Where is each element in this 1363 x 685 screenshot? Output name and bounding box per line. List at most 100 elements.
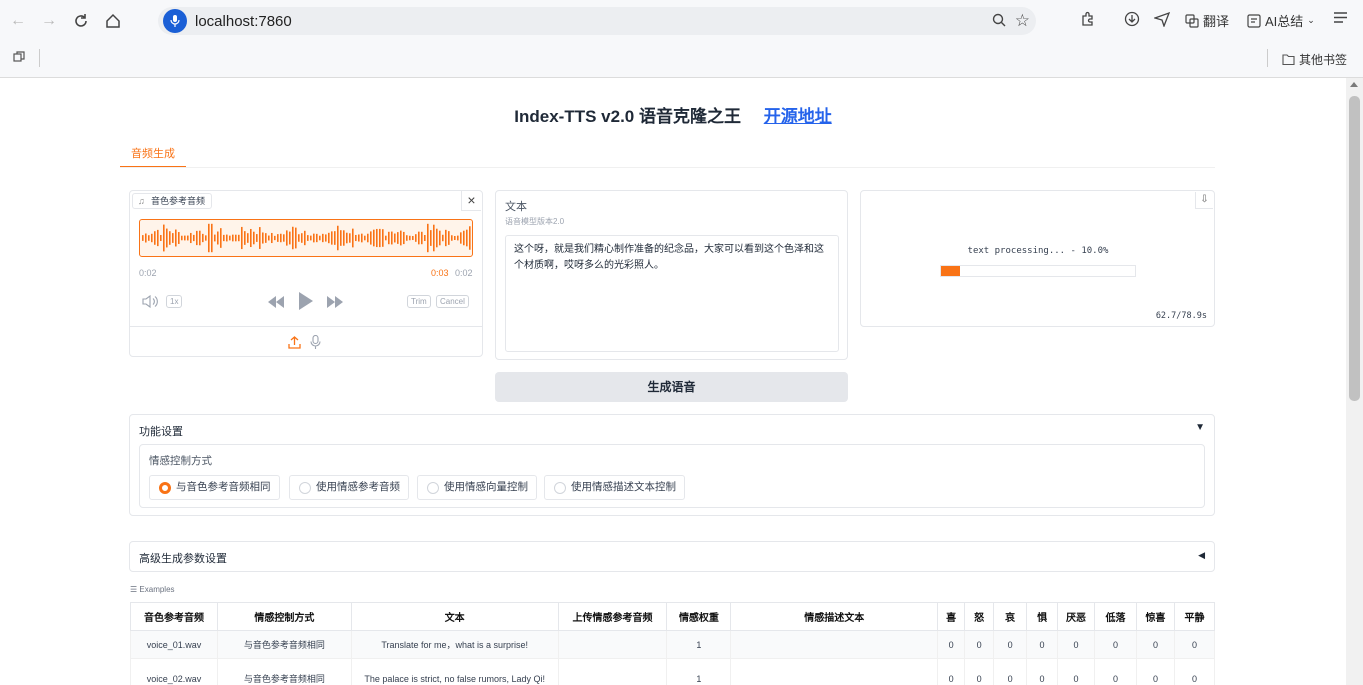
column-header: 哀 (993, 602, 1028, 631)
cancel-button[interactable]: Cancel (436, 295, 469, 308)
generate-button[interactable]: 生成语音 (495, 372, 848, 402)
send-icon[interactable] (1154, 11, 1170, 27)
waveform-bar (259, 227, 261, 249)
table-cell: The palace is strict, no false rumors, L… (350, 658, 559, 685)
forward-icon[interactable]: → (37, 9, 61, 33)
table-cell: 0 (1094, 630, 1137, 659)
waveform-bar (280, 233, 282, 243)
scroll-thumb[interactable] (1349, 96, 1360, 401)
waveform-bar (145, 233, 147, 243)
table-cell: 0 (1026, 630, 1059, 659)
table-cell: 0 (1026, 658, 1059, 685)
tab-manager-icon[interactable] (13, 51, 25, 66)
other-bookmarks[interactable]: 其他书签 (1282, 51, 1347, 68)
translate-button[interactable]: 翻译 (1185, 11, 1229, 30)
waveform-bar (232, 234, 234, 242)
voice-search-icon[interactable] (163, 9, 187, 33)
waveform-bar (364, 235, 366, 241)
waveform-bar (238, 234, 240, 242)
waveform-bar (307, 235, 309, 241)
close-icon[interactable]: × (461, 191, 481, 211)
collapse-arrow-icon[interactable]: ▼ (1195, 422, 1205, 433)
waveform-bar (424, 235, 426, 241)
volume-icon[interactable] (142, 294, 158, 313)
table-cell: 0 (964, 630, 995, 659)
radio-same-as-reference[interactable]: 与音色参考音频相同 (149, 475, 280, 500)
advanced-settings-title[interactable]: 高级生成参数设置 (139, 550, 227, 566)
column-header: 惧 (1026, 602, 1059, 631)
advanced-settings-accordion[interactable]: 高级生成参数设置 ◀ (129, 541, 1215, 572)
waveform[interactable] (139, 219, 473, 257)
home-icon[interactable] (101, 9, 125, 33)
microphone-icon[interactable] (310, 334, 321, 354)
waveform-bar (325, 234, 327, 242)
reload-icon[interactable] (69, 9, 93, 33)
waveform-bar (154, 231, 156, 245)
radio-emotion-reference-audio[interactable]: 使用情感参考音频 (289, 475, 409, 500)
waveform-bar (304, 230, 306, 246)
waveform-bar (436, 228, 438, 248)
table-cell (730, 658, 939, 685)
divider (130, 326, 482, 327)
waveform-bar (286, 230, 288, 246)
waveform-bar (388, 231, 390, 245)
zoom-icon[interactable] (992, 13, 1006, 32)
download-icon[interactable] (1124, 11, 1140, 27)
waveform-bar (295, 227, 297, 249)
app-title: Index-TTS v2.0 语音克隆之王 (514, 107, 741, 126)
radio-label: 使用情感参考音频 (316, 481, 400, 493)
menu-icon[interactable] (1333, 11, 1348, 24)
waveform-bar (379, 228, 381, 248)
waveform-bar (322, 233, 324, 243)
waveform-bar (229, 235, 231, 241)
bookmark-star-icon[interactable]: ☆ (1015, 11, 1030, 31)
text-input[interactable]: 这个呀，就是我们精心制作准备的纪念品，大家可以看到这个色泽和这个材质啊，哎呀多么… (505, 235, 839, 352)
feature-settings-title[interactable]: 功能设置 (139, 423, 183, 439)
waveform-bar (253, 231, 255, 245)
radio-emotion-vector[interactable]: 使用情感向量控制 (417, 475, 537, 500)
address-bar[interactable]: localhost:7860 ☆ (158, 7, 1036, 35)
scroll-up-icon[interactable] (1350, 82, 1358, 87)
download-icon[interactable]: ⇩ (1195, 192, 1213, 209)
fast-forward-icon[interactable] (326, 295, 344, 313)
waveform-bar (454, 235, 456, 241)
ai-summary-icon (1247, 13, 1261, 28)
waveform-bar (352, 228, 354, 248)
rewind-icon[interactable] (267, 295, 285, 313)
table-row[interactable]: voice_01.wav 与音色参考音频相同 Translate for me，… (130, 630, 1216, 659)
progress-bar (940, 265, 1136, 277)
progress-timing: 62.7/78.9s (1155, 311, 1207, 321)
radio-emotion-description[interactable]: 使用情感描述文本控制 (544, 475, 685, 500)
speed-button[interactable]: 1x (166, 295, 183, 308)
waveform-bar (313, 233, 315, 243)
waveform-bar (448, 231, 450, 245)
trim-button[interactable]: Trim (407, 295, 431, 308)
table-cell (557, 658, 668, 685)
waveform-bar (391, 231, 393, 245)
back-icon[interactable]: ← (6, 9, 30, 33)
page-scrollbar[interactable] (1346, 78, 1363, 685)
radio-dot (299, 482, 311, 494)
waveform-bar (397, 232, 399, 244)
waveform-bar (358, 234, 360, 242)
table-row[interactable]: voice_02.wav 与音色参考音频相同 The palace is str… (130, 658, 1216, 685)
tab-audio-generation[interactable]: 音频生成 (120, 146, 186, 168)
expand-arrow-icon[interactable]: ◀ (1198, 550, 1205, 561)
waveform-bar (220, 228, 222, 248)
examples-label-text: Examples (139, 585, 175, 594)
waveform-bar (457, 235, 459, 241)
upload-icon[interactable] (288, 336, 301, 354)
source-link[interactable]: 开源地址 (764, 107, 832, 126)
play-icon[interactable] (298, 291, 314, 316)
progress-fill (941, 266, 961, 276)
extensions-icon[interactable] (1080, 11, 1096, 27)
radio-dot (427, 482, 439, 494)
reference-audio-label-text: 音色参考音频 (151, 196, 206, 206)
table-cell (730, 630, 939, 659)
waveform-bar (355, 234, 357, 242)
waveform-bar (202, 233, 204, 243)
ai-summary-label: AI总结 (1265, 14, 1304, 29)
waveform-bar (376, 228, 378, 248)
ai-summary-button[interactable]: AI总结 ⌄ (1247, 11, 1315, 30)
waveform-bar (310, 235, 312, 241)
